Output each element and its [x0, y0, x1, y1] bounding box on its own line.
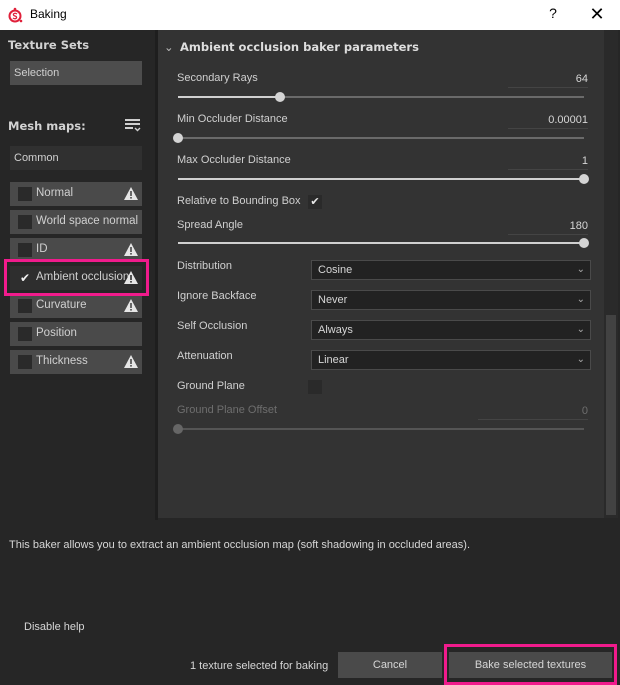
spread-angle-value[interactable]: 180 — [508, 220, 588, 235]
slider-handle[interactable] — [274, 92, 285, 102]
chevron-down-icon: ⌄ — [576, 354, 585, 365]
map-checkbox[interactable] — [18, 243, 32, 257]
close-button[interactable]: ✕ — [586, 5, 608, 25]
map-item-id[interactable]: ID — [10, 238, 142, 262]
slider-handle[interactable] — [579, 238, 589, 248]
map-label: World space normal — [36, 215, 139, 227]
map-item-position[interactable]: Position — [10, 322, 142, 346]
slider-fill — [178, 178, 584, 180]
selection-status: 1 texture selected for baking — [190, 660, 329, 672]
map-label: Ambient occlusion — [36, 271, 130, 283]
self-occlusion-dropdown[interactable]: Always ⌄ — [311, 320, 591, 340]
min-occluder-value[interactable]: 0.00001 — [508, 114, 588, 129]
cancel-button[interactable]: Cancel — [338, 652, 442, 678]
attenuation-dropdown[interactable]: Linear ⌄ — [311, 350, 591, 370]
warning-icon — [124, 243, 138, 256]
ground-plane-offset-label: Ground Plane Offset — [177, 404, 278, 416]
baker-parameters-panel: ⌄ Ambient occlusion baker parameters Sec… — [158, 30, 604, 518]
warning-icon — [124, 187, 138, 200]
map-item-world-space-normal[interactable]: World space normal — [10, 210, 142, 234]
min-occluder-label: Min Occluder Distance — [177, 113, 288, 125]
slider-handle — [173, 424, 183, 434]
texture-sets-title: Texture Sets — [8, 38, 90, 52]
dropdown-value: Never — [318, 294, 348, 306]
map-item-curvature[interactable]: Curvature — [10, 294, 142, 318]
map-checkbox[interactable] — [18, 299, 32, 313]
secondary-rays-label: Secondary Rays — [177, 72, 258, 84]
warning-icon — [124, 271, 138, 284]
secondary-rays-slider[interactable] — [178, 91, 584, 103]
warning-icon — [124, 355, 138, 368]
relative-bbox-label: Relative to Bounding Box — [177, 195, 301, 207]
ground-plane-offset-slider — [173, 423, 584, 435]
slider-fill — [178, 96, 280, 98]
ground-plane-label: Ground Plane — [177, 380, 245, 392]
map-checkbox[interactable] — [18, 327, 32, 341]
ignore-backface-dropdown[interactable]: Never ⌄ — [311, 290, 591, 310]
ground-plane-checkbox[interactable] — [308, 380, 322, 394]
filter-menu-icon[interactable] — [124, 117, 142, 133]
chevron-down-icon[interactable]: ⌄ — [164, 40, 176, 54]
attenuation-label: Attenuation — [177, 350, 233, 362]
map-label: Position — [36, 327, 77, 339]
section-title: Ambient occlusion baker parameters — [180, 40, 419, 54]
title-bar: Baking ? ✕ — [0, 0, 620, 30]
slider-track — [178, 428, 584, 430]
dropdown-value: Always — [318, 324, 353, 336]
distribution-label: Distribution — [177, 260, 233, 272]
window-title: Baking — [30, 7, 67, 21]
max-occluder-label: Max Occluder Distance — [177, 154, 291, 166]
warning-icon — [124, 299, 138, 312]
self-occlusion-label: Self Occlusion — [177, 320, 248, 332]
max-occluder-value[interactable]: 1 — [508, 155, 588, 170]
max-occluder-slider[interactable] — [178, 173, 589, 185]
map-item-thickness[interactable]: Thickness — [10, 350, 142, 374]
distribution-dropdown[interactable]: Cosine ⌄ — [311, 260, 591, 280]
scrollbar-thumb[interactable] — [606, 315, 616, 515]
slider-handle[interactable] — [579, 174, 589, 184]
spread-angle-label: Spread Angle — [177, 219, 244, 231]
left-sidebar: Texture Sets Selection Mesh maps: Common… — [0, 30, 155, 520]
map-label: Normal — [36, 187, 74, 199]
dropdown-value: Linear — [318, 354, 349, 366]
spread-angle-slider[interactable] — [178, 237, 589, 249]
bake-selected-textures-button[interactable]: Bake selected textures — [449, 652, 612, 678]
dialog-body: Texture Sets Selection Mesh maps: Common… — [0, 30, 620, 685]
slider-track — [178, 137, 584, 139]
help-button[interactable]: ? — [543, 5, 563, 25]
map-checkbox[interactable] — [18, 215, 32, 229]
disable-help-link[interactable]: Disable help — [24, 621, 85, 633]
dropdown-value: Cosine — [318, 264, 353, 276]
slider-fill — [178, 242, 584, 244]
relative-bbox-checkbox[interactable]: ✔ — [308, 195, 322, 209]
help-text: This baker allows you to extract an ambi… — [9, 539, 471, 551]
map-checkbox[interactable] — [18, 355, 32, 369]
chevron-down-icon: ⌄ — [576, 264, 585, 275]
panel-scrollbar[interactable] — [604, 30, 618, 518]
substance-logo-icon — [8, 7, 23, 23]
chevron-down-icon: ⌄ — [576, 294, 585, 305]
map-checkbox-checked[interactable]: ✔ — [18, 271, 32, 285]
map-item-normal[interactable]: Normal — [10, 182, 142, 206]
map-checkbox[interactable] — [18, 187, 32, 201]
ignore-backface-label: Ignore Backface — [177, 290, 257, 302]
mesh-maps-title: Mesh maps: — [8, 119, 86, 133]
map-item-ambient-occlusion[interactable]: ✔ Ambient occlusion — [10, 266, 142, 290]
chevron-down-icon: ⌄ — [576, 324, 585, 335]
secondary-rays-value[interactable]: 64 — [508, 73, 588, 88]
mesh-maps-filter[interactable]: Common — [10, 146, 142, 170]
map-label: Thickness — [36, 355, 88, 367]
section-header[interactable]: ⌄ Ambient occlusion baker parameters — [164, 40, 419, 54]
min-occluder-slider[interactable] — [173, 132, 584, 144]
map-label: Curvature — [36, 299, 87, 311]
ground-plane-offset-value: 0 — [478, 405, 588, 420]
map-label: ID — [36, 243, 48, 255]
slider-handle[interactable] — [173, 133, 183, 143]
texture-set-selection[interactable]: Selection — [10, 61, 142, 85]
